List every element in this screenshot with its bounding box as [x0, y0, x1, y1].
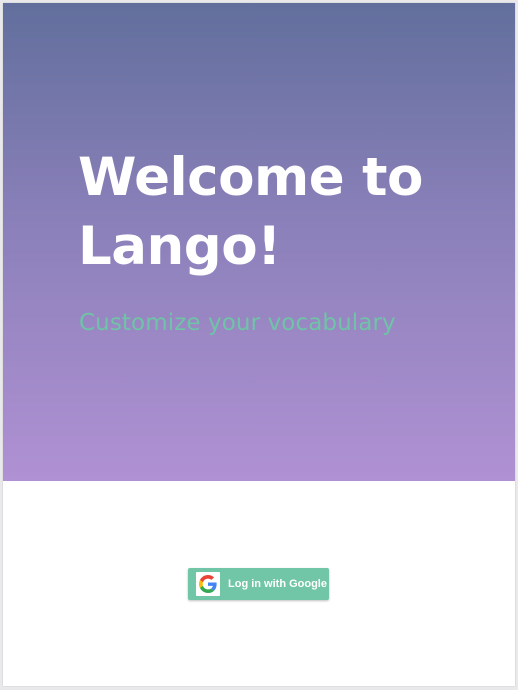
title-line-2: Lango!	[78, 216, 281, 277]
page-title: Welcome to Lango!	[78, 143, 498, 281]
hero-banner: Welcome to Lango! Customize your vocabul…	[3, 3, 515, 481]
google-g-icon	[196, 572, 220, 596]
title-line-1: Welcome to	[78, 147, 423, 208]
google-login-button[interactable]: Log in with Google	[188, 568, 329, 600]
page-subtitle: Customize your vocabulary	[79, 310, 396, 336]
google-login-label: Log in with Google	[228, 578, 327, 590]
welcome-card: Welcome to Lango! Customize your vocabul…	[3, 3, 515, 686]
